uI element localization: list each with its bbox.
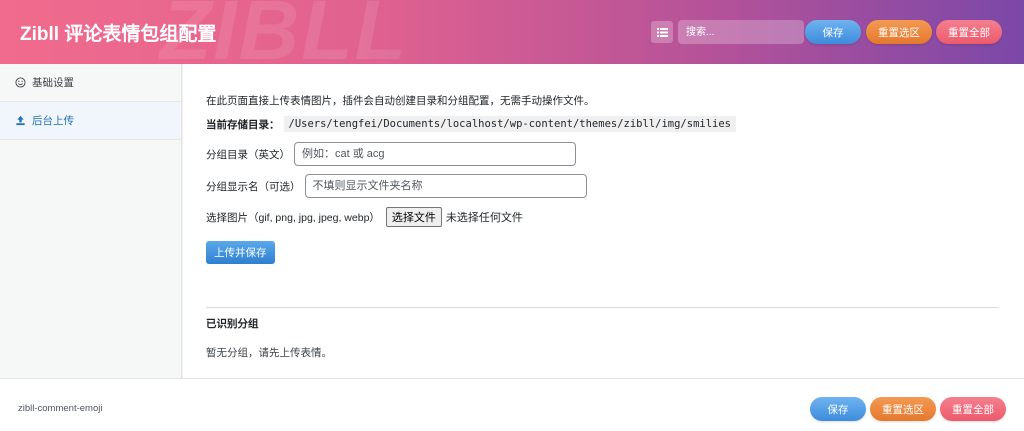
intro-text: 在此页面直接上传表情图片，插件会自动创建目录和分组配置，无需手动操作文件。 [206, 95, 595, 107]
choose-file-button[interactable]: 选择文件 [385, 207, 442, 227]
sidebar-item-label: 后台上传 [32, 115, 74, 127]
footer-save-button[interactable]: 保存 [810, 397, 866, 421]
group-name-input[interactable] [304, 174, 587, 198]
group-dir-label: 分组目录（英文） [206, 148, 290, 161]
header-save-button[interactable]: 保存 [805, 20, 861, 44]
recognized-groups-title: 已识别分组 [206, 318, 259, 330]
storage-path-label: 当前存储目录： [206, 118, 280, 131]
storage-path-value: /Users/tengfei/Documents/localhost/wp-co… [283, 116, 737, 132]
sidebar-item-label: 基础设置 [32, 77, 74, 89]
sidebar-item-backend-upload[interactable]: 后台上传 [0, 102, 181, 140]
list-icon[interactable] [651, 21, 673, 43]
list-icon-glyph [656, 27, 668, 37]
page-header: ZIBLL Zibll 评论表情包组配置 保存 重置选区 重置全部 [0, 0, 1024, 64]
group-dir-input[interactable] [294, 142, 576, 166]
section-divider [206, 307, 999, 308]
sidebar: 基础设置 后台上传 [0, 64, 182, 378]
header-reset-all-button[interactable]: 重置全部 [936, 20, 1002, 44]
page-title: Zibll 评论表情包组配置 [20, 24, 217, 45]
file-status: 未选择任何文件 [445, 212, 523, 224]
main-panel: 在此页面直接上传表情图片，插件会自动创建目录和分组配置，无需手动操作文件。 当前… [183, 64, 1024, 378]
page-footer: zibll-comment-emoji 保存 重置选区 重置全部 [0, 378, 1024, 431]
footer-reset-all-button[interactable]: 重置全部 [940, 397, 1006, 421]
smiley-icon [14, 77, 26, 88]
footer-reset-section-button[interactable]: 重置选区 [870, 397, 936, 421]
group-name-row: 分组显示名（可选） [206, 174, 587, 198]
upload-save-button[interactable]: 上传并保存 [206, 241, 275, 264]
search-input[interactable] [678, 20, 804, 44]
header-search [651, 20, 804, 44]
upload-icon [14, 115, 26, 126]
file-label: 选择图片（gif, png, jpg, jpeg, webp） [206, 211, 380, 224]
sidebar-item-basic-settings[interactable]: 基础设置 [0, 64, 181, 102]
storage-path-row: 当前存储目录： /Users/tengfei/Documents/localho… [206, 116, 737, 132]
file-row: 选择图片（gif, png, jpg, jpeg, webp） 选择文件 未选择… [206, 207, 523, 227]
empty-groups-note: 暂无分组，请先上传表情。 [206, 347, 332, 359]
plugin-slug: zibll-comment-emoji [18, 403, 103, 414]
header-reset-section-button[interactable]: 重置选区 [866, 20, 932, 44]
group-name-label: 分组显示名（可选） [206, 180, 301, 193]
group-dir-row: 分组目录（英文） [206, 142, 576, 166]
